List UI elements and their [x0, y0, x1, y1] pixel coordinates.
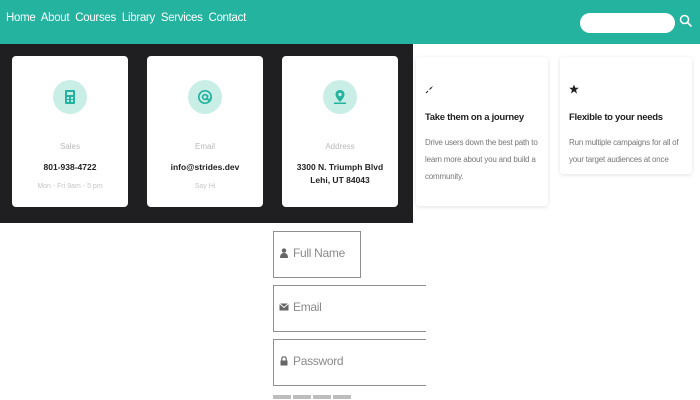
icon-circle: [323, 80, 357, 114]
feature-description: Drive users down the best path to learn …: [425, 138, 538, 181]
search-icon[interactable]: [679, 14, 693, 28]
full-name-field[interactable]: Full Name: [273, 231, 361, 278]
rocket-icon: [425, 86, 433, 94]
star-icon: [569, 84, 579, 94]
top-navbar: Home About Courses Library Services Cont…: [0, 0, 700, 44]
password-field[interactable]: Password: [273, 339, 426, 386]
contact-value[interactable]: info@strides.dev: [147, 161, 263, 174]
feature-description: Run multiple campaigns for all of your t…: [569, 138, 679, 164]
full-name-placeholder: Full Name: [293, 246, 345, 260]
address-line-1: 3300 N. Triumph Blvd: [296, 162, 384, 172]
partial-bar: [333, 395, 351, 399]
at-sign-icon: [197, 89, 213, 105]
feature-card-flexible: Flexible to your needs Run multiple camp…: [560, 57, 692, 174]
partial-bar: [293, 395, 311, 399]
map-pin-icon: [334, 90, 346, 104]
user-icon: [280, 248, 288, 258]
contact-card-sales: Sales 801-938-4722 Mon - Fri 9am - 5 pm: [12, 56, 128, 207]
icon-circle: [188, 80, 222, 114]
feature-card-journey: Take them on a journey Drive users down …: [416, 57, 548, 206]
password-placeholder: Password: [293, 354, 344, 368]
nav-link-courses[interactable]: Courses: [75, 12, 116, 24]
feature-title: Flexible to your needs: [569, 112, 663, 123]
contact-panel: Sales 801-938-4722 Mon - Fri 9am - 5 pm …: [0, 44, 413, 223]
contact-card-email: Email info@strides.dev Say Hi: [147, 56, 263, 207]
contact-value: 3300 N. Triumph Blvd Lehi, UT 84043: [282, 161, 398, 187]
email-placeholder: Email: [293, 300, 322, 314]
nav-link-library[interactable]: Library: [122, 12, 155, 24]
contact-label: Address: [325, 142, 355, 151]
nav-link-about[interactable]: About: [41, 12, 70, 24]
partial-bar: [313, 395, 331, 399]
nav-link-services[interactable]: Services: [161, 12, 203, 24]
contact-label: Sales: [59, 142, 80, 151]
icon-circle: [53, 80, 87, 114]
partial-bar: [273, 395, 291, 399]
email-field[interactable]: Email: [273, 285, 426, 332]
nav-link-home[interactable]: Home: [6, 12, 36, 24]
nav-links: Home About Courses Library Services Cont…: [6, 12, 249, 24]
contact-subtext: Say Hi: [194, 183, 216, 190]
contact-label: Email: [194, 142, 215, 151]
partial-controls: [273, 395, 353, 400]
contact-value: 801-938-4722: [43, 162, 97, 172]
search-input[interactable]: [580, 13, 675, 33]
lock-icon: [280, 356, 288, 366]
envelope-icon: [279, 303, 289, 311]
contact-subtext: Mon - Fri 9am - 5 pm: [37, 183, 103, 190]
calculator-icon: [65, 90, 75, 104]
contact-card-address: Address 3300 N. Triumph Blvd Lehi, UT 84…: [282, 56, 398, 207]
feature-title: Take them on a journey: [425, 112, 524, 123]
nav-link-contact[interactable]: Contact: [208, 12, 246, 24]
address-line-2: Lehi, UT 84043: [310, 175, 370, 185]
